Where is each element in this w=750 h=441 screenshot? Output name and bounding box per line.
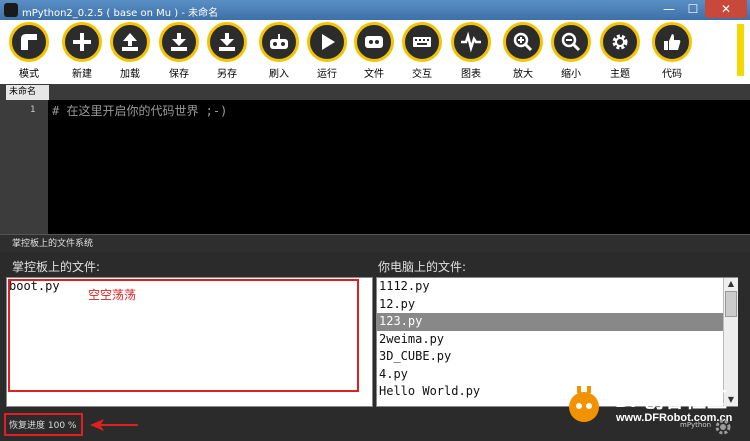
plus-icon xyxy=(73,33,91,51)
new-label: 新建 xyxy=(72,69,92,80)
play-icon xyxy=(322,34,335,50)
computer-file-item-selected[interactable]: 123.py xyxy=(377,313,737,331)
title-bar: mPython2_0.2.5 ( base on Mu ) - 未命名 — ☐ … xyxy=(0,0,750,20)
mpython-small-label: mPython xyxy=(680,421,712,429)
download-icon xyxy=(171,33,187,51)
window-title: mPython2_0.2.5 ( base on Mu ) - 未命名 xyxy=(22,8,219,19)
theme-button[interactable]: 主题 xyxy=(596,22,644,80)
repl-label: 交互 xyxy=(412,69,432,80)
zoomout-button[interactable]: 缩小 xyxy=(547,22,595,80)
tab-bar: 未命名 xyxy=(0,84,750,100)
settings-gear-icon[interactable] xyxy=(713,417,733,437)
gear-icon xyxy=(612,34,628,50)
load-button[interactable]: 加载 xyxy=(106,22,154,80)
filesystem-header: 掌控板上的文件系统 xyxy=(0,234,750,252)
line-number: 1 xyxy=(30,105,36,115)
zoomin-button[interactable]: 放大 xyxy=(499,22,547,80)
thumbs-up-icon xyxy=(664,34,681,50)
maximize-button[interactable]: ☐ xyxy=(681,0,705,18)
code-button[interactable]: 代码 xyxy=(648,22,696,80)
status-annotation-box xyxy=(4,413,83,436)
files-label: 文件 xyxy=(364,69,384,80)
annotation-arrow-icon xyxy=(90,419,138,431)
watermark-title: DF创客社区 xyxy=(615,389,727,412)
mode-label: 模式 xyxy=(19,69,39,80)
plot-button[interactable]: 图表 xyxy=(447,22,495,80)
toolbar-edge-accent xyxy=(737,24,744,76)
computer-file-item[interactable]: 12.py xyxy=(377,296,737,314)
upload-icon xyxy=(122,33,138,51)
annotation-text: 空空荡荡 xyxy=(88,288,137,302)
computer-file-item[interactable]: 1112.py xyxy=(377,278,737,296)
wave-icon xyxy=(461,31,481,53)
load-label: 加载 xyxy=(120,69,140,80)
files-button[interactable]: 文件 xyxy=(350,22,398,80)
mode-icon xyxy=(21,34,37,50)
annotation-box xyxy=(8,279,359,392)
theme-label: 主题 xyxy=(610,69,630,80)
dfrobot-logo-icon xyxy=(569,386,599,422)
flash-button[interactable]: 刷入 xyxy=(255,22,303,80)
files-icon xyxy=(365,36,383,48)
saveas-button[interactable]: 另存 xyxy=(203,22,251,80)
new-button[interactable]: 新建 xyxy=(58,22,106,80)
zoomout-label: 缩小 xyxy=(561,69,581,80)
tab-untitled[interactable]: 未命名 xyxy=(6,85,49,100)
close-button[interactable]: ✕ xyxy=(705,0,747,18)
plot-label: 图表 xyxy=(461,69,481,80)
computer-file-item[interactable]: 2weima.py xyxy=(377,331,737,349)
toolbar: 模式 新建 加载 保存 另存 刷入 运行 文件 交互 图表 放大 缩小 主题 代… xyxy=(0,20,750,84)
line-gutter: 1 xyxy=(0,100,48,234)
download-icon xyxy=(219,33,235,51)
app-icon xyxy=(4,3,18,17)
keyboard-icon xyxy=(413,37,431,47)
minimize-button[interactable]: — xyxy=(657,0,681,18)
scroll-up-arrow[interactable]: ▲ xyxy=(724,278,738,290)
repl-button[interactable]: 交互 xyxy=(398,22,446,80)
save-label: 保存 xyxy=(169,69,189,80)
computer-file-item[interactable]: 3D_CUBE.py xyxy=(377,348,737,366)
code-line[interactable]: # 在这里开启你的代码世界 ;-) xyxy=(52,102,227,119)
code-label: 代码 xyxy=(662,69,682,80)
device-files-label: 掌控板上的文件: xyxy=(12,260,101,274)
zoom-out-icon xyxy=(561,32,581,52)
flash-label: 刷入 xyxy=(269,69,289,80)
zoom-in-icon xyxy=(513,32,533,52)
scroll-thumb[interactable] xyxy=(725,291,737,317)
robot-icon xyxy=(270,34,288,49)
zoomin-label: 放大 xyxy=(513,69,533,80)
run-label: 运行 xyxy=(317,69,337,80)
saveas-label: 另存 xyxy=(217,69,237,80)
computer-files-label: 你电脑上的文件: xyxy=(378,260,467,274)
save-button[interactable]: 保存 xyxy=(155,22,203,80)
mode-button[interactable]: 模式 xyxy=(5,22,53,80)
code-editor[interactable]: 1 # 在这里开启你的代码世界 ;-) xyxy=(0,100,750,234)
run-button[interactable]: 运行 xyxy=(303,22,351,80)
